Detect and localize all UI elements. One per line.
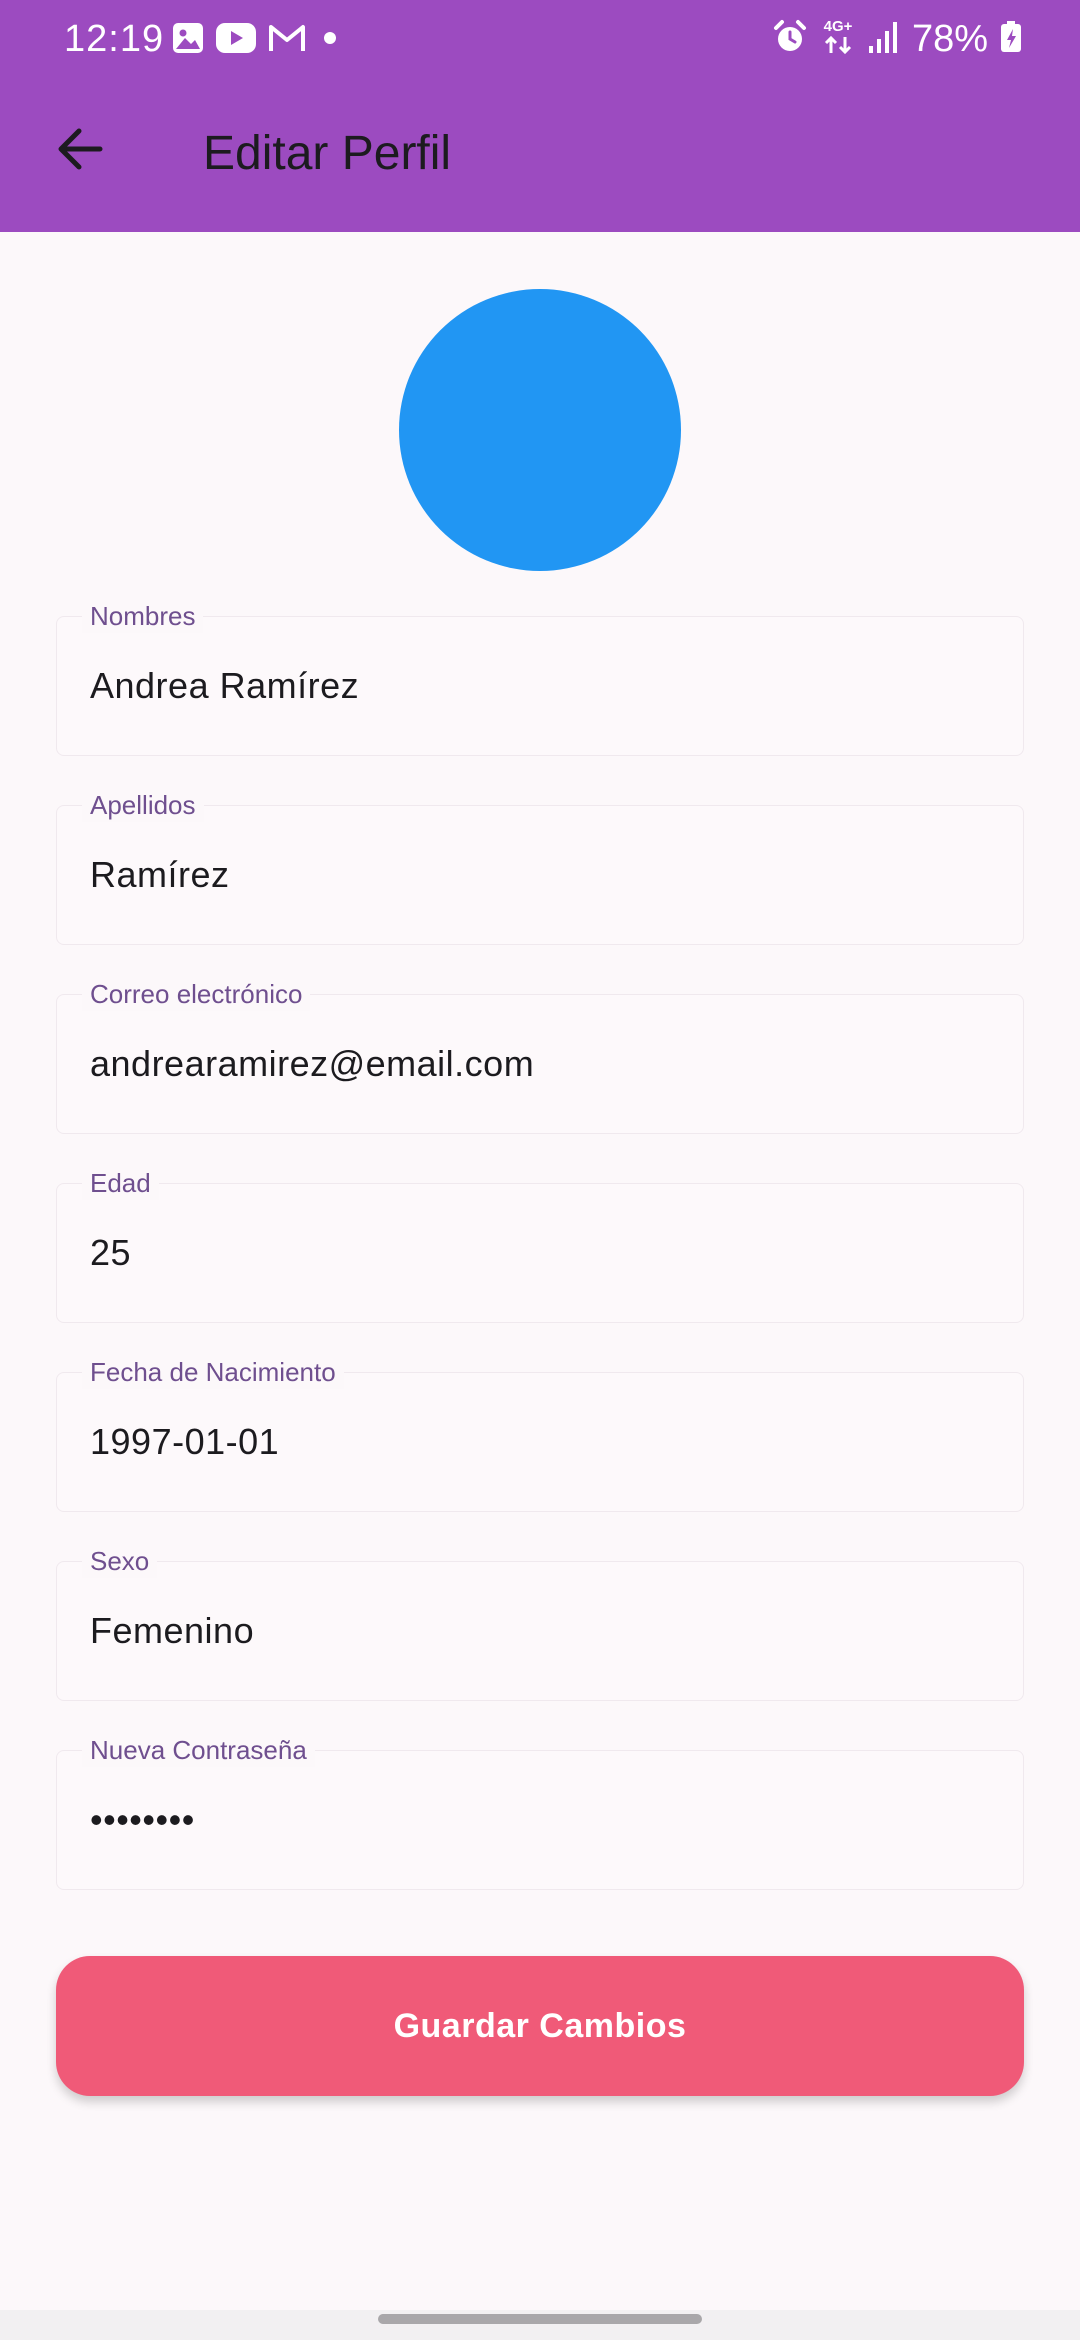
field-label: Sexo: [82, 1544, 158, 1578]
birth-date-field[interactable]: Fecha de Nacimiento 1997-01-01: [56, 1355, 1024, 1512]
toolbar: Editar Perfil: [0, 78, 1080, 232]
save-changes-button[interactable]: Guardar Cambios: [56, 1956, 1024, 2096]
new-password-field[interactable]: Nueva Contraseña ••••••••: [56, 1733, 1024, 1890]
last-name-field[interactable]: Apellidos Ramírez: [56, 788, 1024, 945]
last-name-input[interactable]: Ramírez: [90, 851, 230, 899]
dot-icon: [318, 26, 342, 55]
avatar[interactable]: [399, 289, 681, 571]
field-label: Fecha de Nacimiento: [82, 1355, 344, 1389]
signal-icon: [868, 20, 900, 59]
app-bar: 12:19 4G+ 78% Editar Perfil: [0, 0, 1080, 232]
sex-input[interactable]: Femenino: [90, 1607, 254, 1655]
age-input[interactable]: 25: [90, 1229, 131, 1277]
age-field[interactable]: Edad 25: [56, 1166, 1024, 1323]
page-title: Editar Perfil: [203, 127, 452, 180]
arrow-back-icon: [54, 123, 106, 180]
field-label: Apellidos: [82, 788, 204, 822]
new-password-input[interactable]: ••••••••: [90, 1796, 195, 1844]
email-input[interactable]: andrearamirez@email.com: [90, 1040, 534, 1088]
system-icons: 4G+ 78%: [772, 14, 1022, 64]
first-name-input[interactable]: Andrea Ramírez: [90, 662, 359, 710]
field-outline: [56, 1750, 1024, 1890]
field-label: Edad: [82, 1166, 159, 1200]
field-label: Nueva Contraseña: [82, 1733, 315, 1767]
battery-percent: 78%: [911, 18, 988, 60]
field-label: Nombres: [82, 599, 204, 633]
gallery-icon: [172, 22, 204, 59]
youtube-icon: [216, 22, 256, 58]
sex-field[interactable]: Sexo Femenino: [56, 1544, 1024, 1701]
gmail-icon: [268, 23, 306, 58]
back-button[interactable]: [40, 111, 120, 191]
network-type-label: 4G+: [824, 18, 853, 35]
notification-icons: [172, 22, 342, 58]
email-field[interactable]: Correo electrónico andrearamirez@email.c…: [56, 977, 1024, 1134]
4g-data-icon: 4G+: [820, 17, 856, 62]
field-outline: [56, 1183, 1024, 1323]
battery-charging-icon: [1000, 20, 1022, 58]
field-label: Correo electrónico: [82, 977, 311, 1011]
save-changes-label: Guardar Cambios: [393, 2006, 687, 2045]
first-name-field[interactable]: Nombres Andrea Ramírez: [56, 599, 1024, 756]
status-time: 12:19: [64, 18, 165, 60]
birth-date-input[interactable]: 1997-01-01: [90, 1418, 279, 1466]
alarm-icon: [772, 19, 808, 60]
home-indicator[interactable]: [378, 2314, 702, 2324]
status-bar: 12:19 4G+ 78%: [0, 0, 1080, 78]
